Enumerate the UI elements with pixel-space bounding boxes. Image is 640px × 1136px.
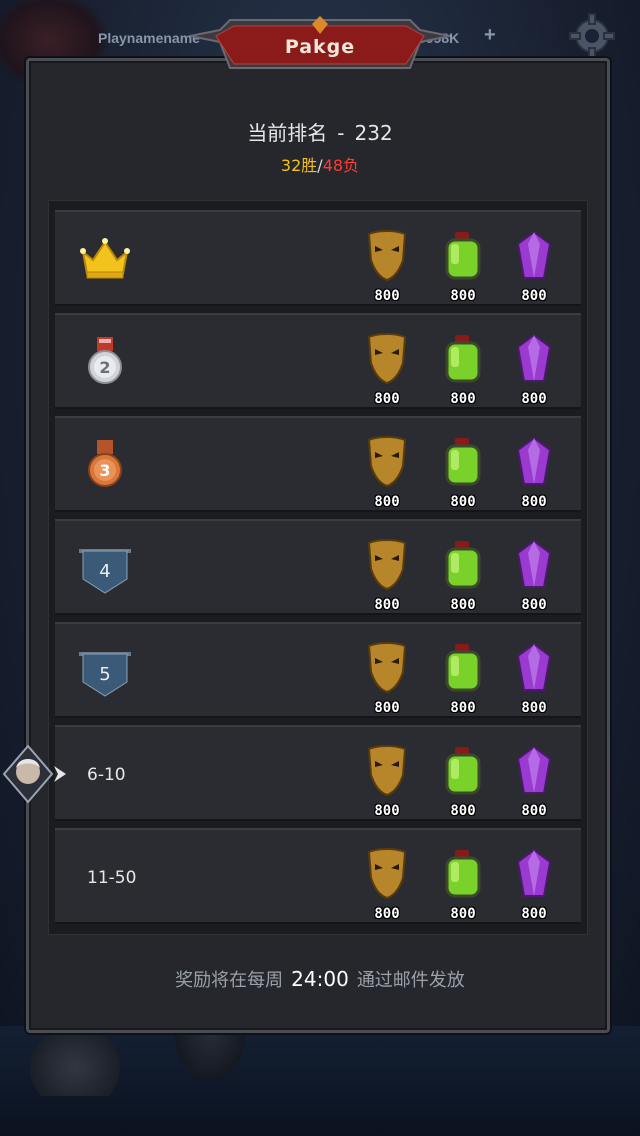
wins: 32胜 bbox=[280, 156, 318, 175]
reward-count: 800 bbox=[521, 494, 547, 510]
potion-icon bbox=[445, 335, 481, 383]
reward-count: 800 bbox=[521, 288, 547, 304]
reward-potion: 800 bbox=[435, 436, 491, 512]
reward-crystal: 800 bbox=[506, 642, 562, 718]
list-item: 3 800 800 800 bbox=[55, 416, 581, 512]
reward-count: 800 bbox=[521, 597, 547, 613]
reward-potion: 800 bbox=[435, 333, 491, 409]
crystal-icon bbox=[516, 848, 552, 897]
pennant-number: 4 bbox=[99, 561, 110, 582]
potion-icon bbox=[445, 232, 481, 280]
potion-icon bbox=[445, 747, 481, 795]
list-item: 6-10 800 800 800 bbox=[55, 725, 581, 821]
background-rock bbox=[30, 1026, 120, 1096]
rank-separator: - bbox=[337, 121, 345, 145]
rank-range: 6-10 bbox=[87, 765, 126, 785]
medal-number: 3 bbox=[99, 461, 110, 480]
losses: 48负 bbox=[322, 156, 360, 175]
reward-list[interactable]: 800 800 800 2 800 800 800 3 800 800 800 … bbox=[48, 200, 588, 935]
player-avatar-marker bbox=[0, 742, 76, 806]
crystal-icon bbox=[516, 642, 552, 691]
reward-mask: 800 bbox=[359, 848, 415, 924]
mask-icon bbox=[367, 436, 407, 488]
mask-icon bbox=[367, 230, 407, 282]
reward-count: 800 bbox=[374, 494, 400, 510]
rank-label: 当前排名 bbox=[247, 121, 328, 145]
player-name: Playnamename bbox=[98, 30, 200, 46]
potion-icon bbox=[445, 438, 481, 486]
reward-potion: 800 bbox=[435, 230, 491, 306]
reward-mask: 800 bbox=[359, 745, 415, 821]
reward-count: 800 bbox=[374, 700, 400, 716]
notice-time: 24:00 bbox=[291, 967, 349, 991]
crystal-icon bbox=[516, 539, 552, 588]
reward-crystal: 800 bbox=[506, 745, 562, 821]
pennant-number: 5 bbox=[99, 664, 110, 685]
pennant-icon: 5 bbox=[77, 642, 133, 698]
reward-mask: 800 bbox=[359, 539, 415, 615]
list-item: 11-50 800 800 800 bbox=[55, 828, 581, 924]
crystal-icon bbox=[516, 436, 552, 485]
reward-crystal: 800 bbox=[506, 848, 562, 924]
reward-crystal: 800 bbox=[506, 333, 562, 409]
reward-count: 800 bbox=[450, 906, 476, 922]
reward-potion: 800 bbox=[435, 642, 491, 718]
notice-prefix: 奖励将在每周 bbox=[175, 970, 284, 991]
pennant-icon: 4 bbox=[77, 539, 133, 595]
potion-icon bbox=[445, 644, 481, 692]
current-rank: 当前排名 -232 bbox=[0, 117, 640, 146]
rank-value: 232 bbox=[354, 121, 393, 145]
potion-icon bbox=[445, 850, 481, 898]
reward-potion: 800 bbox=[435, 539, 491, 615]
rank-range: 11-50 bbox=[87, 868, 137, 888]
reward-mask: 800 bbox=[359, 333, 415, 409]
bronze-medal-icon: 3 bbox=[77, 436, 133, 492]
reward-crystal: 800 bbox=[506, 539, 562, 615]
mask-icon bbox=[367, 848, 407, 900]
notice-suffix: 通过邮件发放 bbox=[356, 970, 465, 991]
medal-number: 2 bbox=[99, 358, 110, 377]
crown-icon bbox=[77, 230, 133, 286]
mask-icon bbox=[367, 539, 407, 591]
list-item: 4 800 800 800 bbox=[55, 519, 581, 615]
reward-count: 800 bbox=[374, 597, 400, 613]
reward-potion: 800 bbox=[435, 745, 491, 821]
reward-count: 800 bbox=[450, 391, 476, 407]
list-item: 800 800 800 bbox=[55, 210, 581, 306]
reward-crystal: 800 bbox=[506, 436, 562, 512]
mask-icon bbox=[367, 745, 407, 797]
mask-icon bbox=[367, 333, 407, 385]
reward-count: 800 bbox=[374, 906, 400, 922]
reward-count: 800 bbox=[374, 803, 400, 819]
reward-count: 800 bbox=[521, 906, 547, 922]
page-title: Pakge bbox=[284, 36, 356, 58]
reward-count: 800 bbox=[374, 288, 400, 304]
add-currency-button[interactable]: + bbox=[484, 24, 496, 47]
reward-count: 800 bbox=[450, 288, 476, 304]
reward-crystal: 800 bbox=[506, 230, 562, 306]
reward-notice: 奖励将在每周 24:00 通过邮件发放 bbox=[0, 966, 640, 992]
list-item: 2 800 800 800 bbox=[55, 313, 581, 409]
list-item: 5 800 800 800 bbox=[55, 622, 581, 718]
crystal-icon bbox=[516, 230, 552, 279]
reward-mask: 800 bbox=[359, 436, 415, 512]
crystal-icon bbox=[516, 333, 552, 382]
reward-count: 800 bbox=[521, 803, 547, 819]
mask-icon bbox=[367, 642, 407, 694]
reward-potion: 800 bbox=[435, 848, 491, 924]
reward-count: 800 bbox=[450, 494, 476, 510]
reward-mask: 800 bbox=[359, 230, 415, 306]
potion-icon bbox=[445, 541, 481, 589]
reward-count: 800 bbox=[521, 391, 547, 407]
reward-count: 800 bbox=[450, 803, 476, 819]
reward-count: 800 bbox=[521, 700, 547, 716]
reward-count: 800 bbox=[374, 391, 400, 407]
reward-count: 800 bbox=[450, 700, 476, 716]
reward-mask: 800 bbox=[359, 642, 415, 718]
gear-icon[interactable] bbox=[566, 10, 618, 62]
silver-medal-icon: 2 bbox=[77, 333, 133, 389]
crystal-icon bbox=[516, 745, 552, 794]
reward-count: 800 bbox=[450, 597, 476, 613]
win-loss-record: 32胜/48负 bbox=[0, 152, 640, 176]
